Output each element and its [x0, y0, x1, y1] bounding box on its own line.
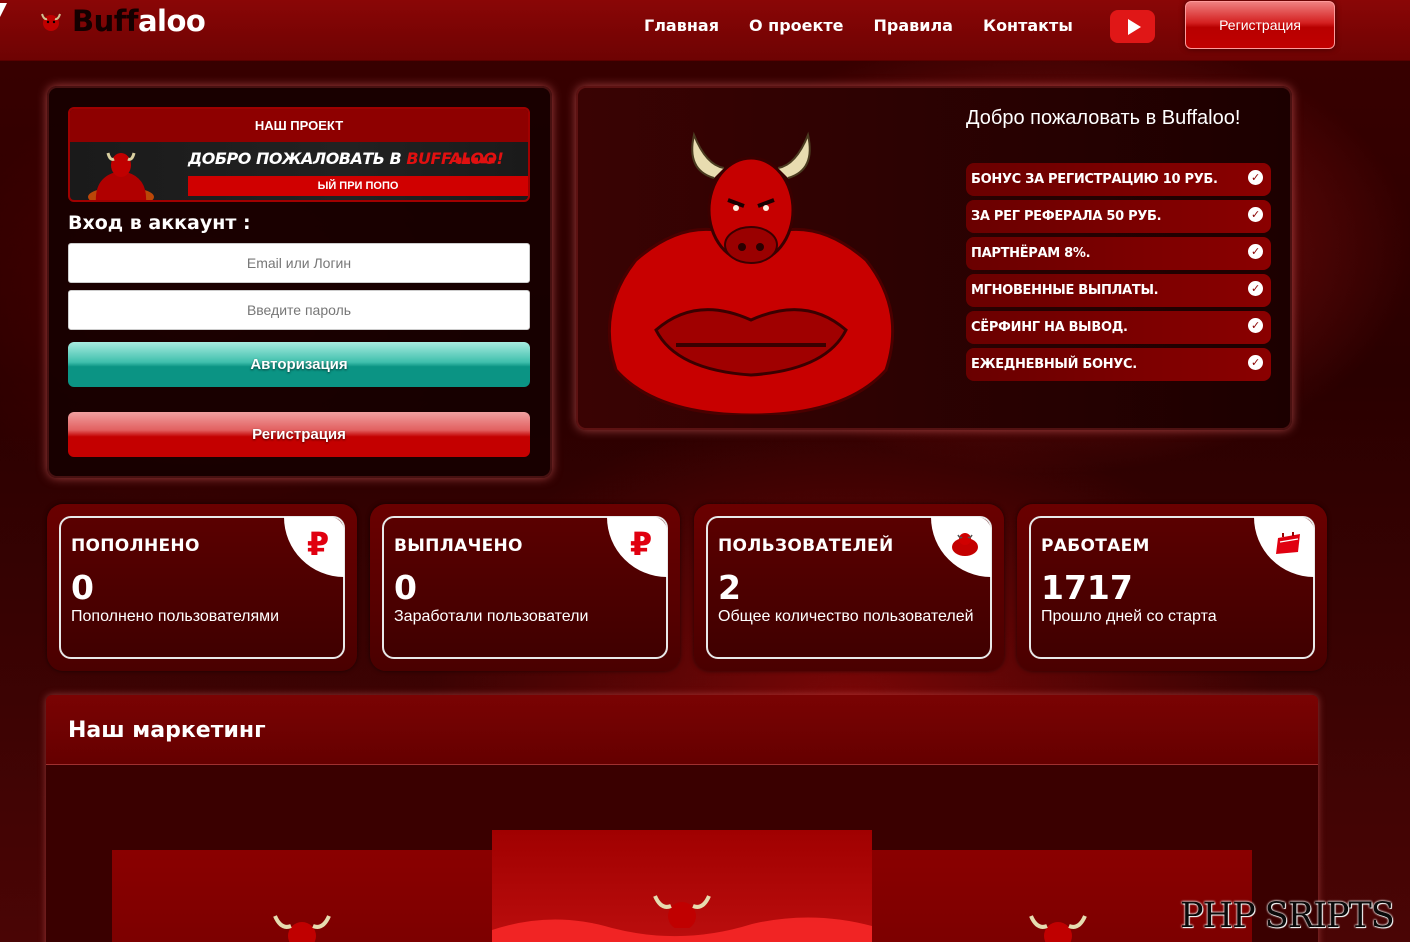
- feature-item: СЁРФИНГ НА ВЫВОД. ✓: [966, 311, 1271, 344]
- stat-desc: Прошло дней со старта: [1041, 608, 1217, 625]
- check-icon: ✓: [1248, 207, 1263, 222]
- check-icon: ✓: [1248, 281, 1263, 296]
- stat-inner: ПОЛЬЗОВАТЕЛЕЙ 2 Общее количество пользов…: [706, 516, 992, 659]
- stat-inner: ₽ ПОПОЛНЕНО 0 Пополнено пользователями: [59, 516, 345, 659]
- stat-value: 0: [394, 568, 417, 607]
- stat-label: ВЫПЛАЧЕНО: [394, 536, 523, 556]
- bull-mascot-image: [607, 131, 895, 415]
- mouse-cursor-icon: [0, 3, 7, 17]
- watermark: PHP SRIPTS: [1180, 896, 1395, 936]
- youtube-button[interactable]: [1110, 10, 1155, 43]
- register-button[interactable]: Регистрация: [68, 412, 530, 457]
- marketing-section: Наш маркетинг: [46, 695, 1318, 942]
- feature-label: ЕЖЕДНЕВНЫЙ БОНУС.: [971, 357, 1137, 372]
- check-icon: ✓: [1248, 355, 1263, 370]
- feature-item: ЕЖЕДНЕВНЫЙ БОНУС. ✓: [966, 348, 1271, 381]
- logo[interactable]: Buffaloo: [38, 4, 206, 38]
- stat-value: 0: [71, 568, 94, 607]
- auth-button[interactable]: Авторизация: [68, 342, 530, 387]
- stat-value: 1717: [1041, 568, 1133, 607]
- stat-desc: Пополнено пользователями: [71, 608, 280, 625]
- ruble-icon: ₽: [607, 517, 667, 577]
- play-icon: [1127, 18, 1141, 35]
- welcome-panel: Добро пожаловать в Buffaloo! БОНУС ЗА РЕ…: [576, 86, 1292, 430]
- stat-label: ПОПОЛНЕНО: [71, 536, 200, 556]
- stat-inner: ₽ ВЫПЛАЧЕНО 0 Заработали пользователи: [382, 516, 668, 659]
- bull-plan-icon: [273, 915, 331, 942]
- ruble-icon: ₽: [284, 517, 344, 577]
- welcome-title: Добро пожаловать в Buffaloo!: [966, 107, 1241, 129]
- bull-logo-icon: [41, 13, 61, 31]
- features-list: БОНУС ЗА РЕГИСТРАЦИЮ 10 РУБ. ✓ ЗА РЕГ РЕФ…: [966, 163, 1271, 385]
- bull-plan-icon: [1029, 915, 1087, 942]
- check-icon: ✓: [1248, 244, 1263, 259]
- stat-inner: РАБОТАЕМ 1717 Прошло дней со старта: [1029, 516, 1315, 659]
- banner-decoration: ■■■■■: [455, 153, 497, 167]
- stat-desc: Общее количество пользователей: [718, 608, 974, 625]
- stat-card-users: ПОЛЬЗОВАТЕЛЕЙ 2 Общее количество пользов…: [694, 504, 1004, 671]
- stat-label: ПОЛЬЗОВАТЕЛЕЙ: [718, 536, 894, 556]
- nav-rules[interactable]: Правила: [873, 16, 953, 35]
- feature-item: МГНОВЕННЫЕ ВЫПЛАТЫ. ✓: [966, 274, 1271, 307]
- feature-item: ПАРТНЁРАМ 8%. ✓: [966, 237, 1271, 270]
- banner-title: НАШ ПРОЕКТ: [70, 109, 528, 142]
- project-banner[interactable]: НАШ ПРОЕКТ ДОБРО ПОЖАЛОВАТЬ В BUFFALOO! …: [68, 107, 530, 202]
- feature-label: СЁРФИНГ НА ВЫВОД.: [971, 320, 1128, 335]
- check-icon: ✓: [1248, 318, 1263, 333]
- login-panel: НАШ ПРОЕКТ ДОБРО ПОЖАЛОВАТЬ В BUFFALOO! …: [47, 86, 552, 478]
- stat-card-days: РАБОТАЕМ 1717 Прошло дней со старта: [1017, 504, 1327, 671]
- banner-strip: ЫЙ ПРИ ПОПО: [188, 176, 528, 196]
- feature-item: ЗА РЕГ РЕФЕРАЛА 50 РУБ. ✓: [966, 200, 1271, 233]
- login-title: Вход в аккаунт :: [68, 212, 251, 234]
- stat-card-deposited: ₽ ПОПОЛНЕНО 0 Пополнено пользователями: [47, 504, 357, 671]
- marketing-plan-card[interactable]: [492, 830, 872, 942]
- check-icon: ✓: [1248, 170, 1263, 185]
- main-nav: Главная О проекте Правила Контакты: [644, 16, 1073, 35]
- stat-card-paid: ₽ ВЫПЛАЧЕНО 0 Заработали пользователи: [370, 504, 680, 671]
- calendar-icon: [1254, 517, 1314, 577]
- bull-plan-icon: [653, 895, 711, 928]
- header-register-button[interactable]: Регистрация: [1185, 1, 1335, 49]
- feature-item: БОНУС ЗА РЕГИСТРАЦИЮ 10 РУБ. ✓: [966, 163, 1271, 196]
- feature-label: ПАРТНЁРАМ 8%.: [971, 246, 1091, 261]
- feature-label: БОНУС ЗА РЕГИСТРАЦИЮ 10 РУБ.: [971, 172, 1218, 187]
- site-header: Buffaloo Главная О проекте Правила Конта…: [0, 0, 1410, 61]
- login-input[interactable]: [68, 243, 530, 283]
- feature-label: МГНОВЕННЫЕ ВЫПЛАТЫ.: [971, 283, 1159, 298]
- users-icon: [931, 517, 991, 577]
- marketing-plan-card[interactable]: [112, 850, 492, 942]
- feature-label: ЗА РЕГ РЕФЕРАЛА 50 РУБ.: [971, 209, 1162, 224]
- bull-banner-icon: [88, 152, 154, 200]
- nav-home[interactable]: Главная: [644, 16, 719, 35]
- password-input[interactable]: [68, 290, 530, 330]
- logo-text: Buffaloo: [72, 4, 206, 38]
- marketing-title: Наш маркетинг: [68, 718, 266, 743]
- stat-desc: Заработали пользователи: [394, 608, 589, 625]
- nav-contacts[interactable]: Контакты: [983, 16, 1073, 35]
- nav-about[interactable]: О проекте: [749, 16, 844, 35]
- stat-label: РАБОТАЕМ: [1041, 536, 1150, 556]
- marketing-header: Наш маркетинг: [46, 695, 1318, 765]
- stat-value: 2: [718, 568, 741, 607]
